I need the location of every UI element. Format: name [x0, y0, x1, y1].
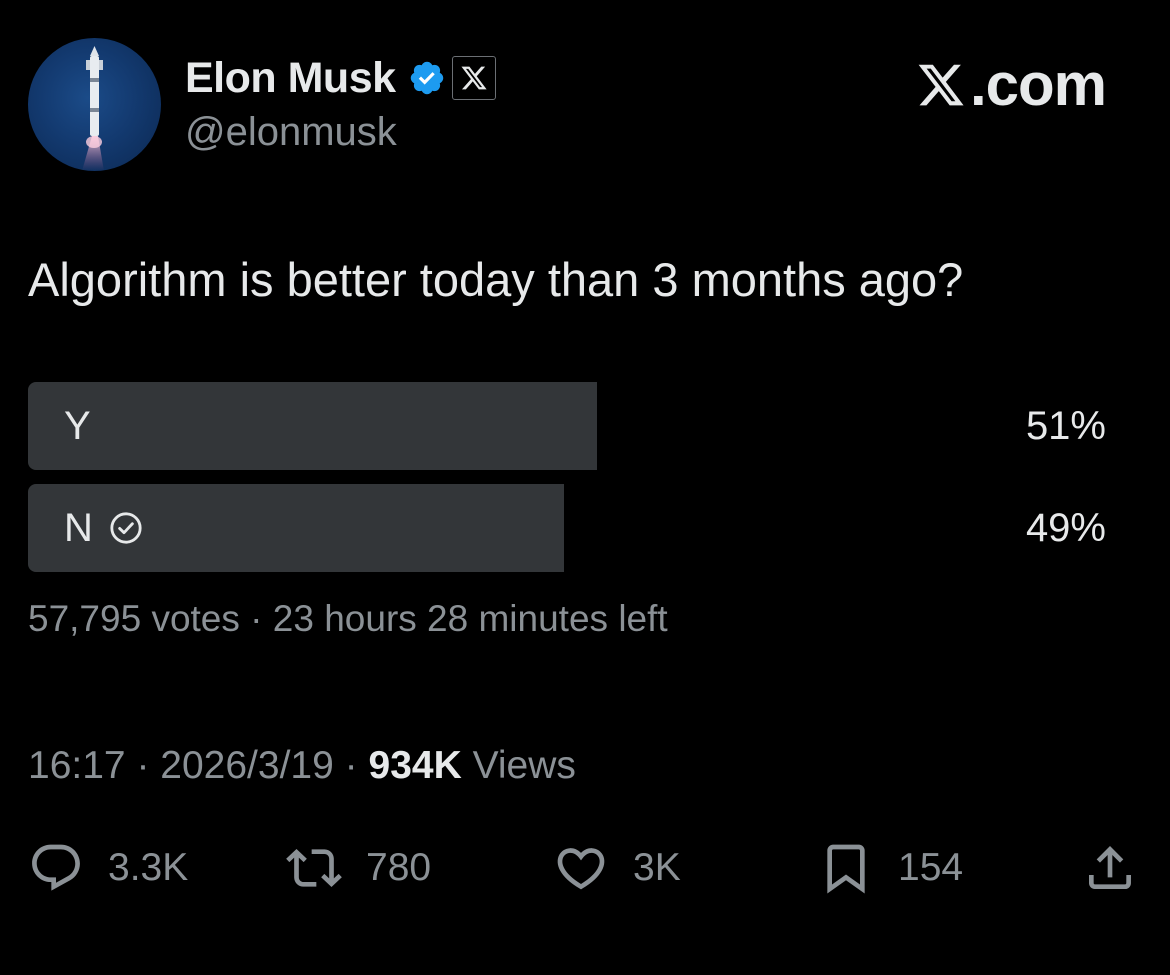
poll-option-text: N — [64, 505, 93, 550]
post-time[interactable]: 16:17 — [28, 744, 126, 787]
poll-option-text: Y — [64, 403, 91, 448]
separator: · — [136, 744, 150, 787]
bookmark-button[interactable]: 154 — [818, 836, 963, 900]
like-count: 3K — [633, 846, 681, 889]
reply-button[interactable]: 3.3K — [28, 836, 188, 900]
x-logo-icon — [460, 66, 487, 90]
avatar[interactable] — [28, 38, 161, 171]
brand-domain: .com — [969, 51, 1107, 118]
post-date[interactable]: 2026/3/19 — [160, 744, 334, 787]
poll-option-label: Y — [64, 382, 91, 470]
bottom-divider — [0, 968, 1170, 975]
poll-bar — [28, 382, 597, 470]
brand-logo: .com — [914, 50, 1107, 119]
bookmark-count: 154 — [898, 846, 964, 889]
tweet-text: Algorithm is better today than 3 months … — [28, 253, 964, 306]
poll-time-left: 23 hours 28 minutes left — [272, 598, 668, 639]
repost-icon — [286, 849, 342, 887]
poll-votes: 57,795 votes — [28, 598, 240, 639]
heart-icon — [557, 848, 605, 890]
poll-option-percent: 49% — [1025, 505, 1106, 550]
author-name-row: Elon Musk — [185, 52, 496, 104]
author-handle[interactable]: @elonmusk — [185, 110, 397, 155]
x-logo-icon — [918, 64, 964, 105]
poll-option-n[interactable]: N 49% — [28, 484, 1106, 572]
rocket-avatar-icon — [82, 46, 104, 171]
affiliate-badge[interactable] — [451, 56, 496, 100]
repost-count: 780 — [366, 846, 432, 889]
poll-option-y[interactable]: Y 51% — [28, 382, 1106, 470]
repost-button[interactable]: 780 — [286, 836, 431, 900]
like-button[interactable]: 3K — [553, 836, 681, 900]
poll-meta: 57,795 votes · 23 hours 28 minutes left — [28, 598, 668, 640]
poll-option-percent: 51% — [1025, 403, 1106, 448]
author-display-name[interactable]: Elon Musk — [185, 54, 396, 103]
separator: · — [250, 598, 263, 639]
share-button[interactable] — [1082, 836, 1138, 900]
timestamp-row: 16:17 · 2026/3/19 · 934K Views — [28, 744, 576, 788]
views-label: Views — [472, 744, 576, 787]
share-icon — [1089, 846, 1131, 889]
reply-icon — [32, 844, 80, 891]
reply-count: 3.3K — [108, 846, 189, 889]
bookmark-icon — [827, 844, 865, 894]
check-circle-icon — [110, 512, 142, 544]
poll-option-label: N — [64, 484, 143, 572]
verified-badge-icon[interactable] — [408, 59, 446, 97]
separator: · — [344, 744, 358, 787]
views-count[interactable]: 934K — [369, 744, 462, 787]
